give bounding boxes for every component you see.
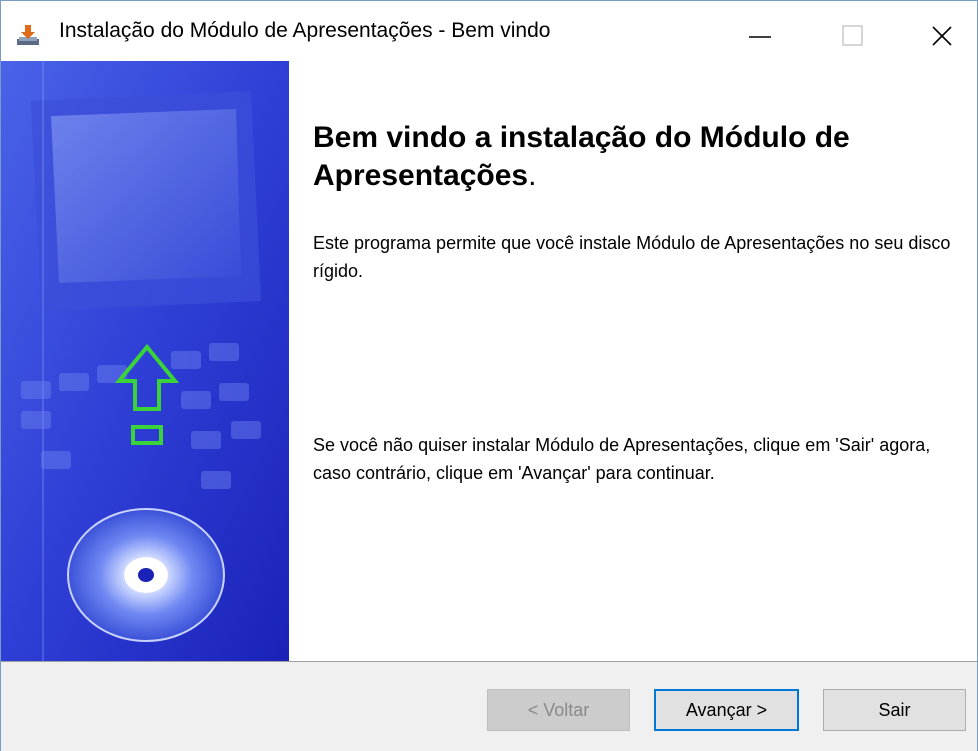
minimize-button[interactable] — [709, 1, 799, 61]
button-bar: < Voltar Avançar > Sair — [1, 661, 977, 751]
minimize-icon — [749, 36, 771, 38]
close-icon — [932, 26, 952, 46]
window-title: Instalação do Módulo de Apresentações - … — [59, 19, 551, 42]
welcome-heading: Bem vindo a instalação do Módulo de Apre… — [313, 119, 943, 195]
title-bar[interactable]: Instalação do Módulo de Apresentações - … — [1, 1, 977, 61]
exit-button[interactable]: Sair — [823, 689, 966, 731]
welcome-panel: Bem vindo a instalação do Módulo de Apre… — [289, 61, 977, 661]
intro-paragraph: Este programa permite que você instale M… — [313, 233, 951, 281]
side-banner — [1, 61, 289, 661]
maximize-button[interactable] — [799, 1, 889, 61]
heading-text: Bem vindo a instalação do Módulo de Apre… — [313, 121, 850, 192]
installer-window: Instalação do Módulo de Apresentações - … — [0, 0, 978, 751]
heading-dot: . — [528, 159, 537, 192]
instructions-paragraph: Se você não quiser instalar Módulo de Ap… — [313, 435, 931, 483]
back-button: < Voltar — [487, 689, 630, 731]
maximize-icon — [842, 25, 863, 46]
close-button[interactable] — [887, 1, 977, 61]
next-button[interactable]: Avançar > — [654, 689, 799, 731]
installer-icon — [15, 23, 41, 47]
cd-disc-icon — [67, 508, 225, 642]
